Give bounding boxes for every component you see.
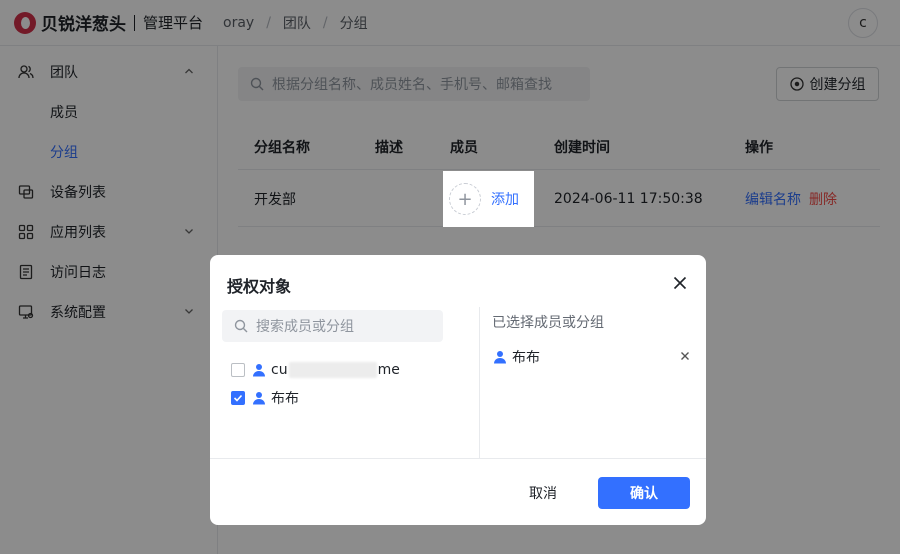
- check-icon: [233, 394, 243, 402]
- add-member-button[interactable]: + 添加: [443, 171, 534, 227]
- list-item[interactable]: 布布: [231, 388, 299, 408]
- member-name-prefix: cu: [271, 362, 288, 378]
- selected-member-name: 布布: [512, 350, 540, 366]
- user-icon: [493, 350, 507, 364]
- search-icon: [234, 319, 248, 333]
- member-checkbox-checked[interactable]: [231, 391, 245, 405]
- member-checkbox[interactable]: [231, 363, 245, 377]
- member-name-suffix: me: [377, 362, 400, 378]
- authorize-dialog: 授权对象 搜索成员或分组 cu me 布布 已选择成员或分组 布布 取消 确认: [210, 255, 706, 525]
- add-member-label: 添加: [491, 192, 519, 208]
- panel-divider: [479, 307, 480, 458]
- member-search-input[interactable]: 搜索成员或分组: [222, 310, 443, 342]
- dialog-title: 授权对象: [227, 277, 292, 296]
- user-icon: [252, 391, 266, 405]
- redacted-text: [288, 362, 377, 378]
- confirm-button[interactable]: 确认: [598, 477, 690, 509]
- user-icon: [252, 363, 266, 377]
- footer-divider: [210, 458, 706, 459]
- selected-member: 布布: [493, 347, 540, 367]
- plus-icon: +: [449, 183, 481, 215]
- close-icon[interactable]: [672, 275, 688, 291]
- selected-title: 已选择成员或分组: [492, 315, 604, 331]
- member-search-placeholder: 搜索成员或分组: [256, 319, 354, 335]
- remove-selected-icon[interactable]: [680, 351, 690, 361]
- member-name: 布布: [271, 391, 299, 407]
- list-item[interactable]: cu me: [231, 360, 400, 380]
- cancel-button[interactable]: 取消: [515, 477, 571, 509]
